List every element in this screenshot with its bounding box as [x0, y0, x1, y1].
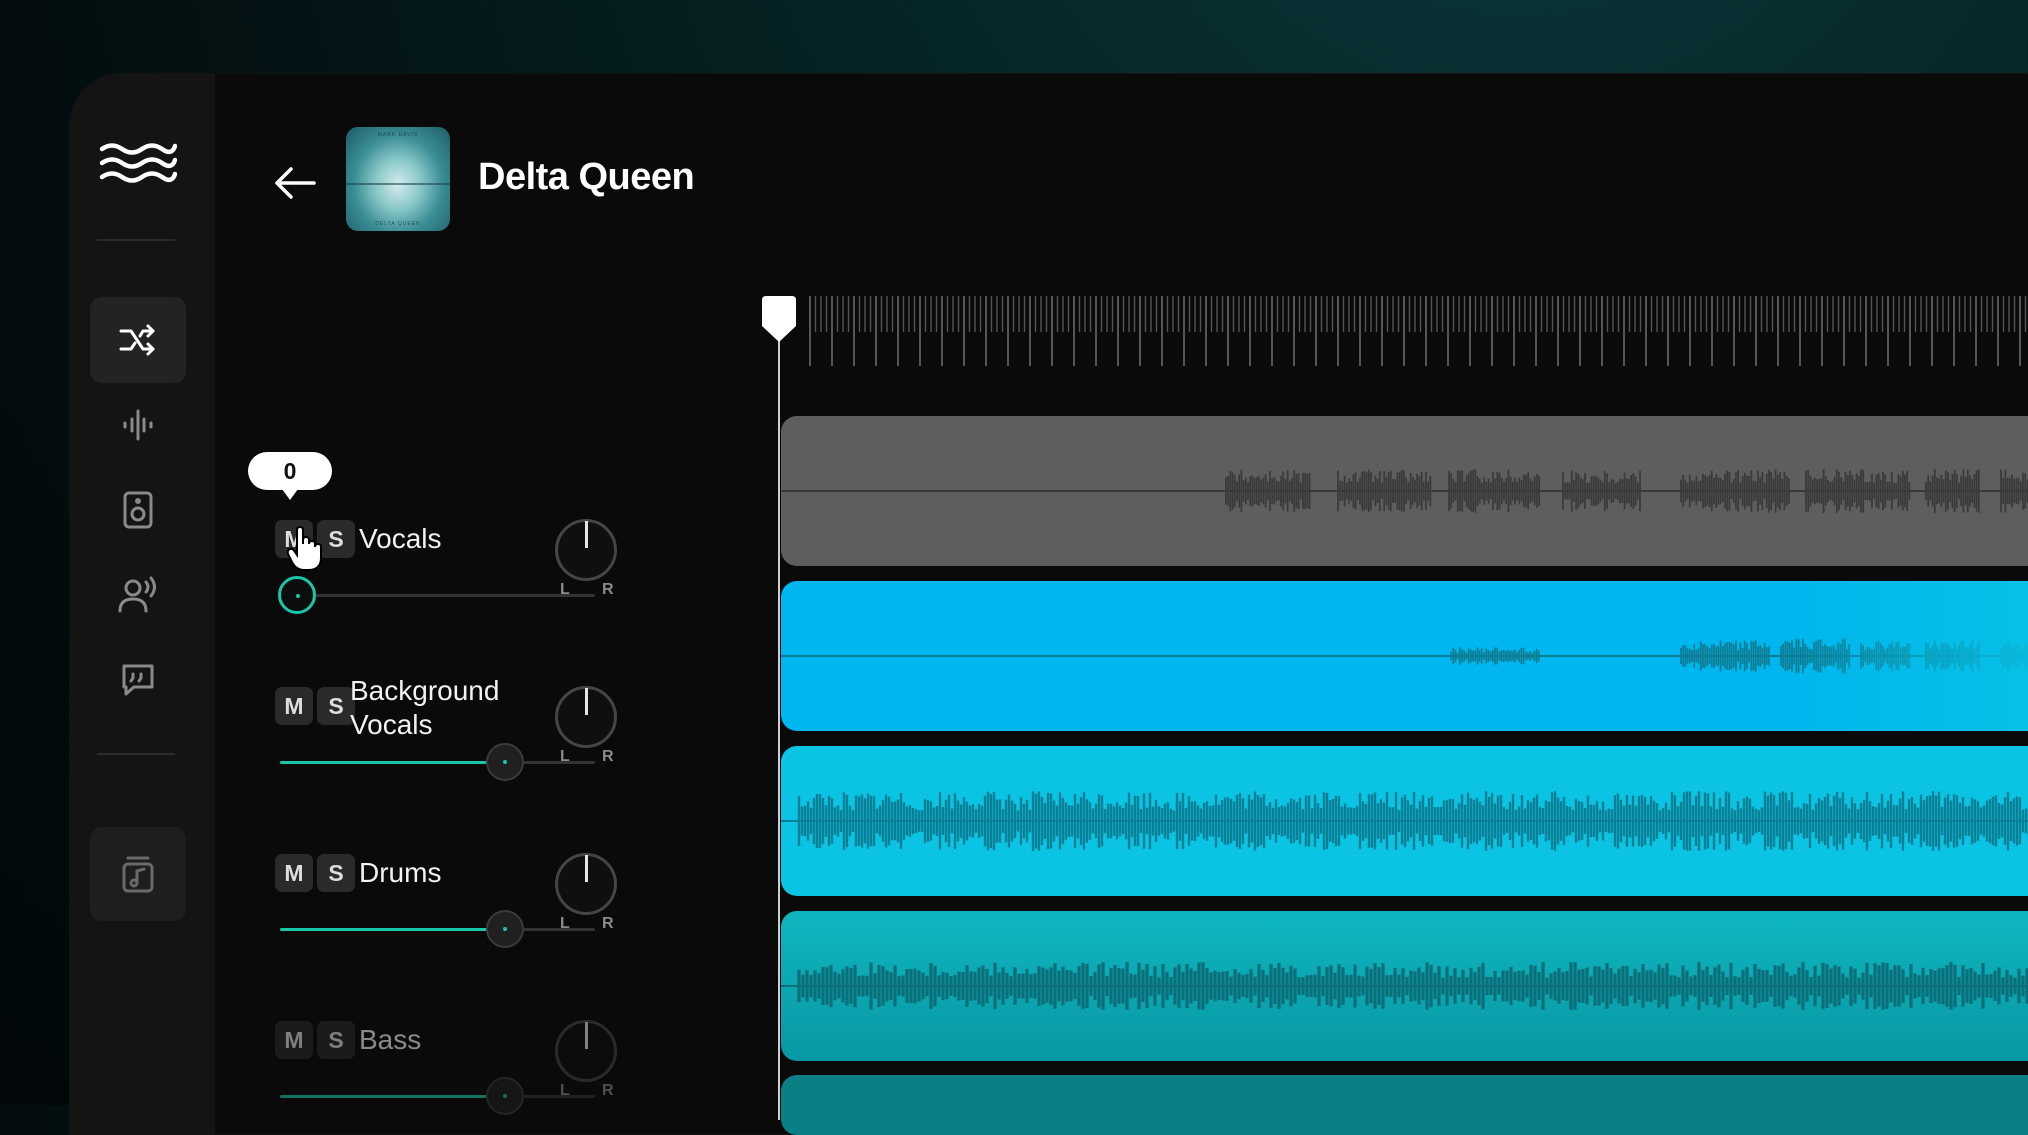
volume-slider-fill — [280, 1095, 505, 1098]
mute-button[interactable]: M — [275, 687, 313, 725]
cover-bottom-text: DELTA QUEEN — [375, 221, 421, 227]
volume-slider-fill — [280, 761, 505, 764]
track-lane-drums[interactable] — [781, 746, 2028, 896]
sidebar-item-voice[interactable] — [90, 552, 186, 638]
playhead-handle[interactable] — [762, 296, 796, 344]
track-name: Vocals — [359, 523, 442, 554]
solo-button[interactable]: S — [317, 1021, 355, 1059]
pan-left-label: L — [560, 1082, 570, 1099]
track-lane-vocals[interactable] — [781, 416, 2028, 566]
sidebar-divider — [97, 753, 175, 755]
mute-button[interactable]: M — [275, 854, 313, 892]
arrow-left-icon — [275, 167, 316, 199]
pan-right-label: R — [602, 581, 614, 598]
sidebar-divider — [97, 239, 175, 241]
pan-right-label: R — [602, 748, 614, 765]
volume-slider-fill — [280, 928, 505, 931]
speaker-icon — [123, 491, 153, 529]
track-lane-background-vocals[interactable] — [781, 581, 2028, 731]
track-controls-background-vocals: M S Background Vocals L R — [260, 601, 640, 781]
mute-button[interactable]: M — [275, 1021, 313, 1059]
track-lane-bass[interactable] — [781, 911, 2028, 1061]
sidebar-item-waveform[interactable] — [90, 382, 186, 468]
volume-tooltip: 0 — [248, 452, 332, 500]
quote-bubble-icon — [122, 664, 154, 696]
lane-fade — [1801, 581, 2028, 731]
track-name: Background Vocals — [350, 675, 500, 740]
track-name: Bass — [359, 1024, 422, 1055]
pan-knob[interactable] — [555, 519, 617, 581]
cover-horizon — [346, 183, 450, 185]
volume-slider-thumb[interactable] — [486, 1077, 524, 1115]
pan-knob[interactable] — [555, 853, 617, 915]
pan-right-label: R — [602, 915, 614, 932]
track-lane-next[interactable] — [781, 1075, 2028, 1135]
voice-user-icon — [118, 576, 156, 613]
pan-left-label: L — [560, 915, 570, 932]
pan-left-label: L — [560, 581, 570, 598]
track-name: Drums — [359, 857, 442, 888]
sidebar-item-speaker[interactable] — [90, 467, 186, 553]
cover-top-text: MARK DAVIS — [377, 132, 419, 138]
track-controls-bass: M S Bass L R — [260, 935, 640, 1115]
volume-slider[interactable] — [280, 594, 595, 597]
sidebar-item-library[interactable] — [90, 827, 186, 921]
volume-slider[interactable] — [280, 928, 595, 931]
sidebar-item-lyrics[interactable] — [90, 637, 186, 723]
playhead-line — [778, 320, 780, 1120]
solo-button[interactable]: S — [317, 854, 355, 892]
album-cover: MARK DAVIS DELTA QUEEN — [346, 127, 450, 231]
waveform-icon — [123, 409, 153, 441]
sidebar — [70, 74, 215, 1134]
volume-slider[interactable] — [280, 761, 595, 764]
track-controls-drums: M S Drums L R — [260, 768, 640, 948]
pan-right-label: R — [602, 1082, 614, 1099]
pan-knob[interactable] — [555, 1020, 617, 1082]
music-library-icon — [122, 856, 154, 893]
sidebar-item-mix[interactable] — [90, 297, 186, 383]
hand-cursor-icon — [286, 525, 326, 577]
back-button[interactable] — [270, 158, 320, 208]
pan-knob[interactable] — [555, 686, 617, 748]
brand-logo-icon — [99, 142, 178, 195]
timeline-ruler[interactable] — [778, 296, 2028, 376]
volume-slider[interactable] — [280, 1095, 595, 1098]
pan-left-label: L — [560, 748, 570, 765]
shuffle-icon — [119, 324, 155, 356]
song-title: Delta Queen — [478, 156, 695, 198]
